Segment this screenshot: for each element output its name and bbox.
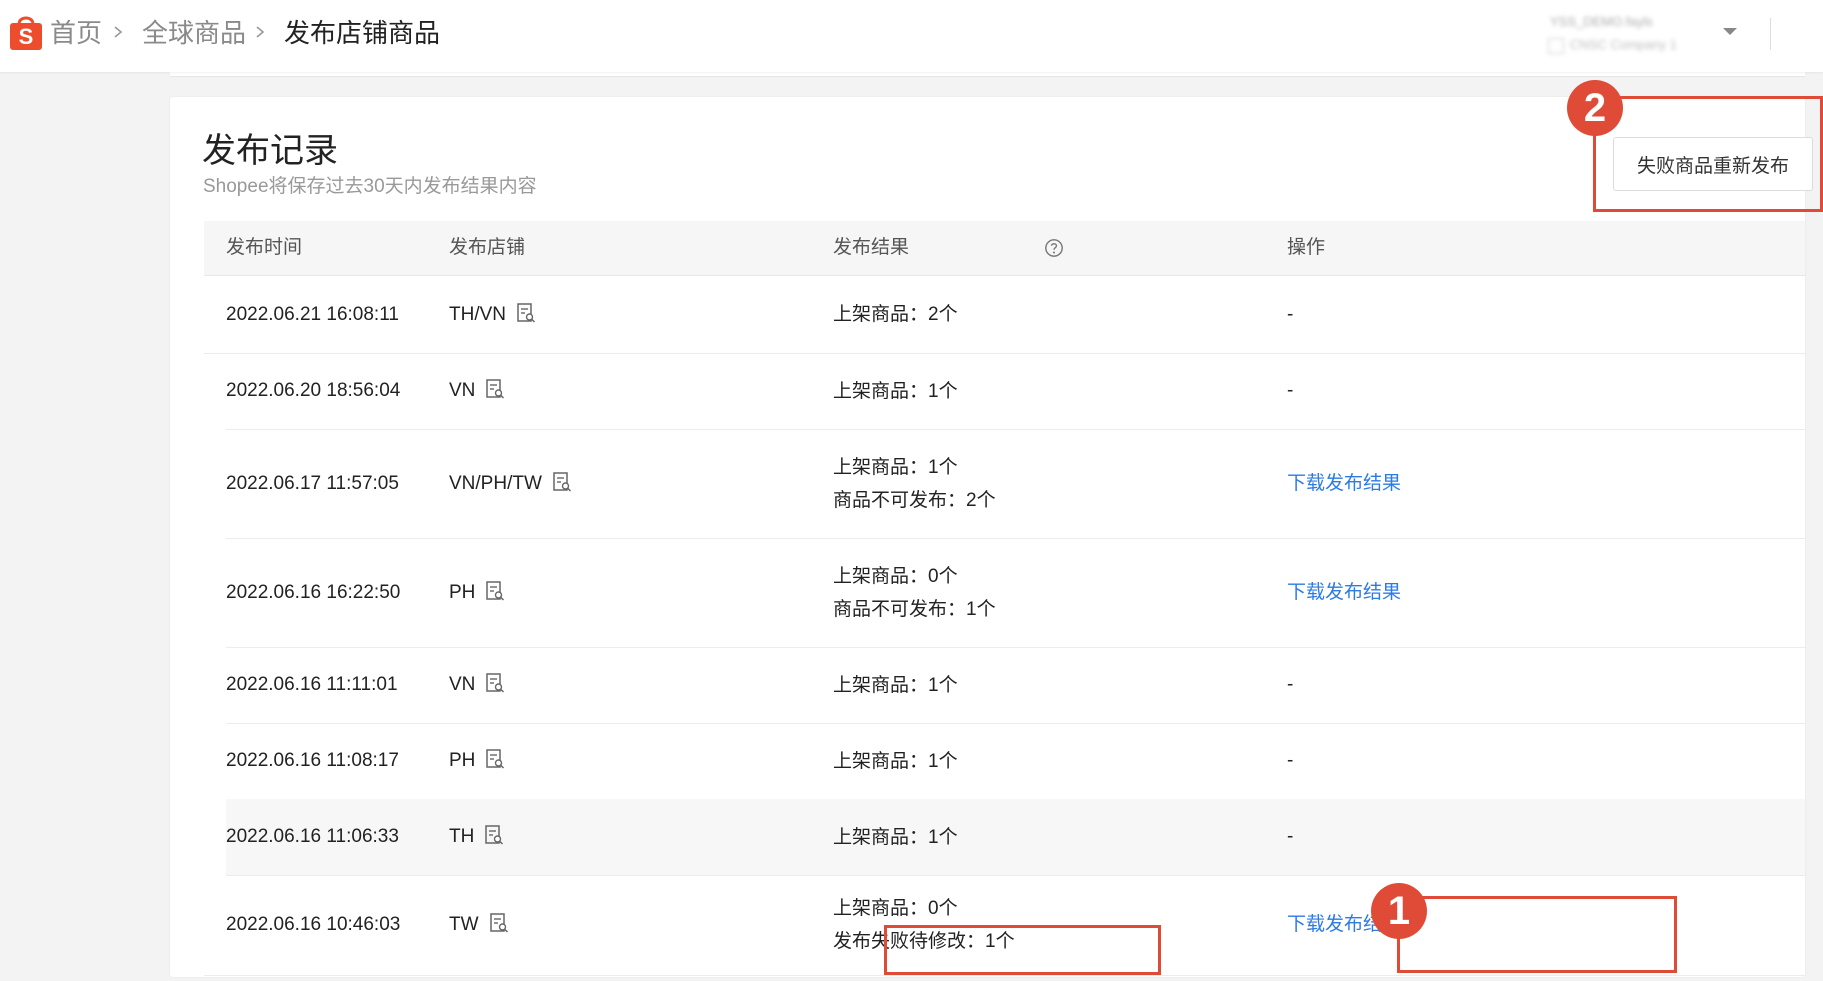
shop-region-text: PH [449,750,476,771]
result-line: 上架商品：0个 [833,566,958,587]
no-action: - [1287,304,1294,325]
result-line: 上架商品：1个 [833,827,958,848]
table-row: 2022.06.16 11:06:33 TH 上架商品：1个 - [226,799,1805,876]
publish-time: 2022.06.20 18:56:04 [226,380,401,401]
publish-time: 2022.06.16 10:46:03 [226,914,401,935]
publish-shop: VN [449,669,505,701]
table-row: 2022.06.16 11:11:01 VN 上架商品：1个 - [226,647,1805,724]
view-shop-details-icon[interactable] [489,912,509,934]
publish-time: 2022.06.16 11:06:33 [226,826,399,847]
annotation-badge-1: 1 [1371,883,1427,939]
view-shop-details-icon[interactable] [485,580,505,602]
shop-region-text: TW [449,914,479,935]
svg-text:S: S [19,24,34,49]
no-action: - [1287,674,1294,695]
help-circle-icon[interactable] [1044,238,1064,258]
publish-shop: TW [449,909,509,941]
publish-result: 上架商品：1个 [833,375,958,408]
view-shop-details-icon[interactable] [485,378,505,400]
view-shop-details-icon[interactable] [516,302,536,324]
account-switcher[interactable]: YSS_DEMO.fayls CNSC Company 1 [1548,10,1708,58]
shop-region-text: TH/VN [449,304,506,325]
table-row: 2022.06.20 18:56:04 VN 上架商品：1个 - [226,353,1805,430]
view-shop-details-icon[interactable] [552,471,572,493]
publish-shop: PH [449,745,505,777]
result-line: 上架商品：2个 [833,304,958,325]
header-publish-time: 发布时间 [226,237,303,258]
topbar-divider [1770,18,1771,50]
top-navigation-bar: S 首页 全球商品 发布店铺商品 YSS_DEMO.fayls CNSC Com… [0,0,1823,72]
publish-shop: PH [449,577,505,609]
result-line: 上架商品：1个 [833,751,958,772]
view-shop-details-icon[interactable] [485,672,505,694]
caret-down-icon[interactable] [1722,27,1738,37]
shopee-logo-icon[interactable]: S [9,13,43,51]
shop-region-text: TH [449,826,475,847]
shop-region-text: VN [449,674,476,695]
no-action: - [1287,750,1294,771]
publish-result: 上架商品：0个商品不可发布：1个 [833,560,996,626]
publish-result: 上架商品：2个 [833,298,958,331]
result-line: 上架商品：1个 [833,381,958,402]
publish-time: 2022.06.16 11:11:01 [226,674,398,695]
table-row: 2022.06.21 16:08:11 TH/VN 上架商品：2个 - [204,276,1805,354]
publish-time: 2022.06.16 11:08:17 [226,750,399,771]
publish-result: 上架商品：1个 [833,745,958,778]
result-line: 商品不可发布：1个 [833,599,996,620]
publish-result: 上架商品：1个 [833,821,958,854]
view-shop-details-icon[interactable] [484,824,504,846]
shop-region-text: VN [449,380,476,401]
annotation-box-1 [1397,896,1677,973]
publish-shop: VN [449,375,505,407]
header-publish-shop: 发布店铺 [449,237,526,258]
annotation-box-2 [1593,96,1823,212]
account-company: CNSC Company 1 [1570,37,1677,52]
publish-time: 2022.06.21 16:08:11 [226,304,399,325]
publish-shop: TH [449,821,504,853]
result-line: 上架商品：1个 [833,457,958,478]
publish-shop: TH/VN [449,299,536,331]
card-title: 发布记录 [202,132,338,170]
breadcrumb-current-page: 发布店铺商品 [284,18,441,48]
no-action: - [1287,380,1294,401]
publish-shop: VN/PH/TW [449,468,572,500]
breadcrumb-global-products[interactable]: 全球商品 [142,16,246,50]
chevron-right-icon [114,26,123,38]
table-row: 2022.06.16 16:22:50 PH 上架商品：0个商品不可发布：1个 下载发… [226,538,1805,648]
view-shop-details-icon[interactable] [485,748,505,770]
header-action: 操作 [1287,237,1326,258]
table-row: 2022.06.17 11:57:05 VN/PH/TW 上架商品：1个商品不可发布… [226,429,1805,539]
download-result-link[interactable]: 下载发布结果 [1287,468,1401,500]
publish-records-card: 发布记录 Shopee将保存过去30天内发布结果内容 失败商品重新发布 发布时间… [170,97,1813,977]
publish-result: 上架商品：1个商品不可发布：2个 [833,451,996,517]
annotation-box-failed-count [884,925,1161,975]
shop-region-text: VN/PH/TW [449,473,542,494]
company-icon [1548,38,1564,54]
account-name: YSS_DEMO.fayls [1550,14,1653,29]
no-action: - [1287,826,1294,847]
download-result-link[interactable]: 下载发布结果 [1287,577,1401,609]
chevron-right-icon [256,26,265,38]
breadcrumb-home[interactable]: 首页 [50,16,102,50]
shop-region-text: PH [449,582,476,603]
publish-records-table: 发布时间 发布店铺 发布结果 操作 2022.06.21 16:08:11 TH/… [204,221,1805,981]
annotation-badge-2: 2 [1567,80,1623,136]
result-line: 上架商品：1个 [833,675,958,696]
publish-result: 上架商品：1个 [833,669,958,702]
table-row: 2022.06.16 11:08:17 PH 上架商品：1个 - [226,723,1805,800]
publish-time: 2022.06.17 11:57:05 [226,473,399,494]
result-line: 上架商品：0个 [833,898,958,919]
table-header: 发布时间 发布店铺 发布结果 操作 [204,221,1805,276]
publish-time: 2022.06.16 16:22:50 [226,582,401,603]
card-subtitle: Shopee将保存过去30天内发布结果内容 [203,176,537,197]
result-line: 商品不可发布：2个 [833,490,996,511]
header-publish-result: 发布结果 [833,237,910,258]
